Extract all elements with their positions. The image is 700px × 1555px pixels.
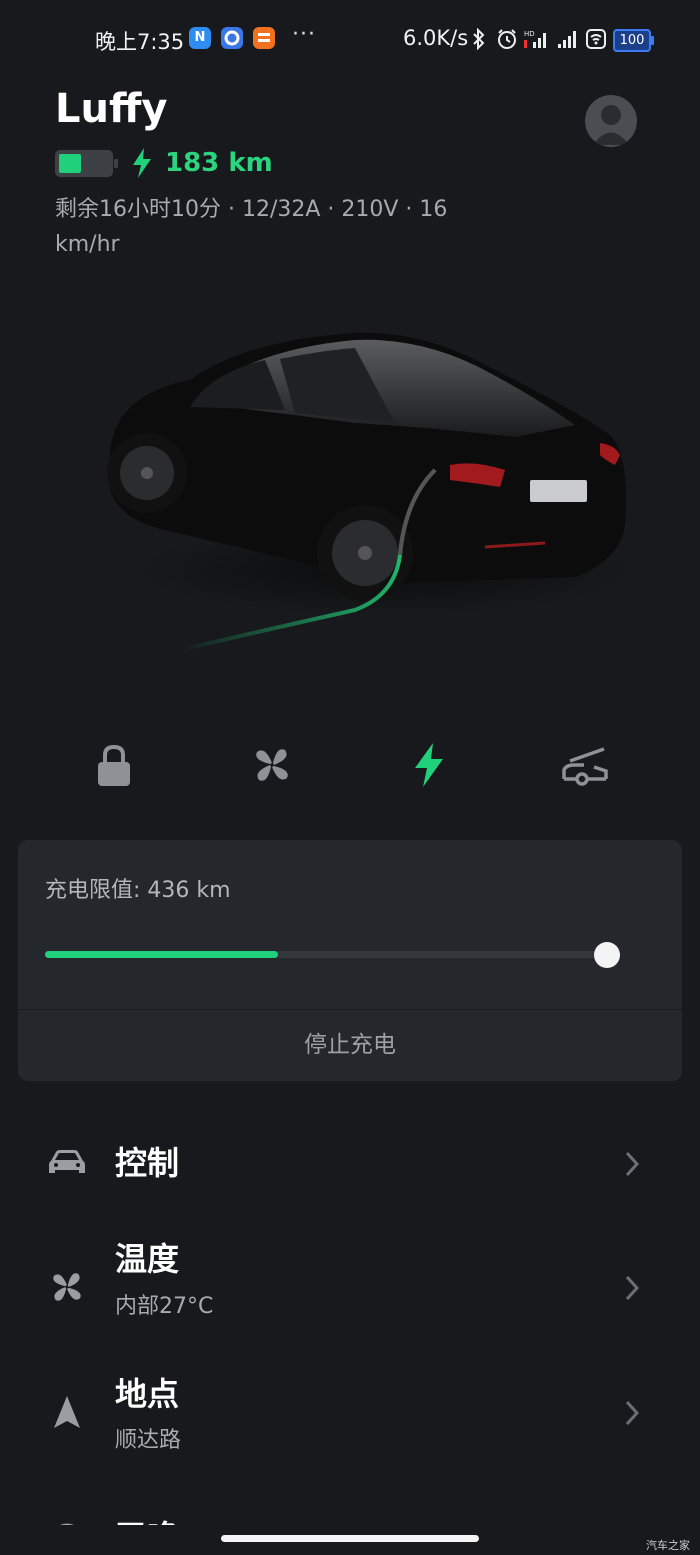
menu-subtitle: 内部27°C bbox=[115, 1294, 214, 1319]
profile-avatar[interactable] bbox=[585, 95, 637, 147]
person-icon bbox=[593, 105, 629, 145]
menu-subtitle: 顺达路 bbox=[115, 1428, 182, 1453]
trunk-button[interactable] bbox=[556, 735, 616, 795]
menu-item-location[interactable]: 地点 顺达路 bbox=[0, 1365, 700, 1460]
bluetooth-icon bbox=[472, 27, 486, 54]
charge-limit-label: 充电限值: 436 km bbox=[45, 878, 231, 903]
range-value: 183 km bbox=[165, 148, 273, 178]
signal-2-icon bbox=[556, 28, 580, 54]
charge-info: 剩余16小时10分 · 12/32A · 210V · 16 km/hr bbox=[55, 197, 448, 257]
navigation-arrow-icon bbox=[45, 1390, 89, 1434]
chevron-right-icon bbox=[625, 1151, 640, 1177]
charging-bolt-icon bbox=[133, 148, 151, 178]
menu-item-climate[interactable]: 温度 内部27°C bbox=[0, 1230, 700, 1325]
svg-text:HD: HD bbox=[524, 30, 535, 38]
circle-app-icon bbox=[221, 27, 243, 49]
chevron-right-icon bbox=[625, 1275, 640, 1301]
n-app-icon: N bbox=[189, 27, 211, 49]
alarm-icon bbox=[496, 28, 518, 54]
summon-icon bbox=[45, 1517, 89, 1525]
chevron-right-icon bbox=[625, 1400, 640, 1426]
trunk-open-icon bbox=[562, 747, 608, 786]
car-image bbox=[107, 332, 635, 652]
range-row: 183 km bbox=[55, 145, 273, 181]
fan-icon bbox=[256, 749, 288, 781]
lock-icon bbox=[98, 744, 130, 786]
car-battery-icon bbox=[55, 149, 118, 177]
status-bar: 晚上7:35 N ··· 6.0K/s HD 100 bbox=[0, 0, 700, 80]
fan-icon bbox=[45, 1265, 89, 1309]
status-time: 晚上7:35 bbox=[95, 30, 185, 54]
climate-button[interactable] bbox=[242, 735, 302, 795]
home-indicator[interactable] bbox=[221, 1535, 479, 1542]
quick-actions bbox=[0, 735, 700, 795]
car-icon bbox=[45, 1140, 89, 1184]
stop-charging-button[interactable]: 停止充电 bbox=[18, 1010, 682, 1081]
menu-title: 召唤 bbox=[115, 1512, 179, 1525]
bank-app-icon bbox=[253, 27, 275, 49]
more-notifications-icon: ··· bbox=[292, 22, 316, 47]
lock-button[interactable] bbox=[84, 735, 144, 795]
menu-title: 控制 bbox=[115, 1144, 180, 1182]
charging-button[interactable] bbox=[399, 735, 459, 795]
menu-title: 地点 bbox=[115, 1375, 180, 1413]
signal-1-icon: HD bbox=[524, 28, 550, 54]
charge-level-fill bbox=[45, 951, 279, 958]
battery-status-icon: 100 bbox=[613, 29, 654, 52]
menu-item-summon[interactable]: 召唤 bbox=[0, 1500, 700, 1525]
watermark: 汽车之家 bbox=[646, 1539, 690, 1552]
menu-item-controls[interactable]: 控制 bbox=[0, 1120, 700, 1205]
car-name: Luffy bbox=[55, 86, 168, 132]
net-speed: 6.0K/s bbox=[403, 26, 469, 50]
menu-title: 温度 bbox=[115, 1240, 180, 1278]
charge-card: 充电限值: 436 km 停止充电 bbox=[18, 840, 682, 1081]
wifi-icon bbox=[585, 28, 607, 54]
charge-limit-slider[interactable] bbox=[45, 942, 620, 968]
charge-limit-thumb[interactable] bbox=[594, 942, 620, 968]
bolt-icon bbox=[415, 743, 443, 787]
